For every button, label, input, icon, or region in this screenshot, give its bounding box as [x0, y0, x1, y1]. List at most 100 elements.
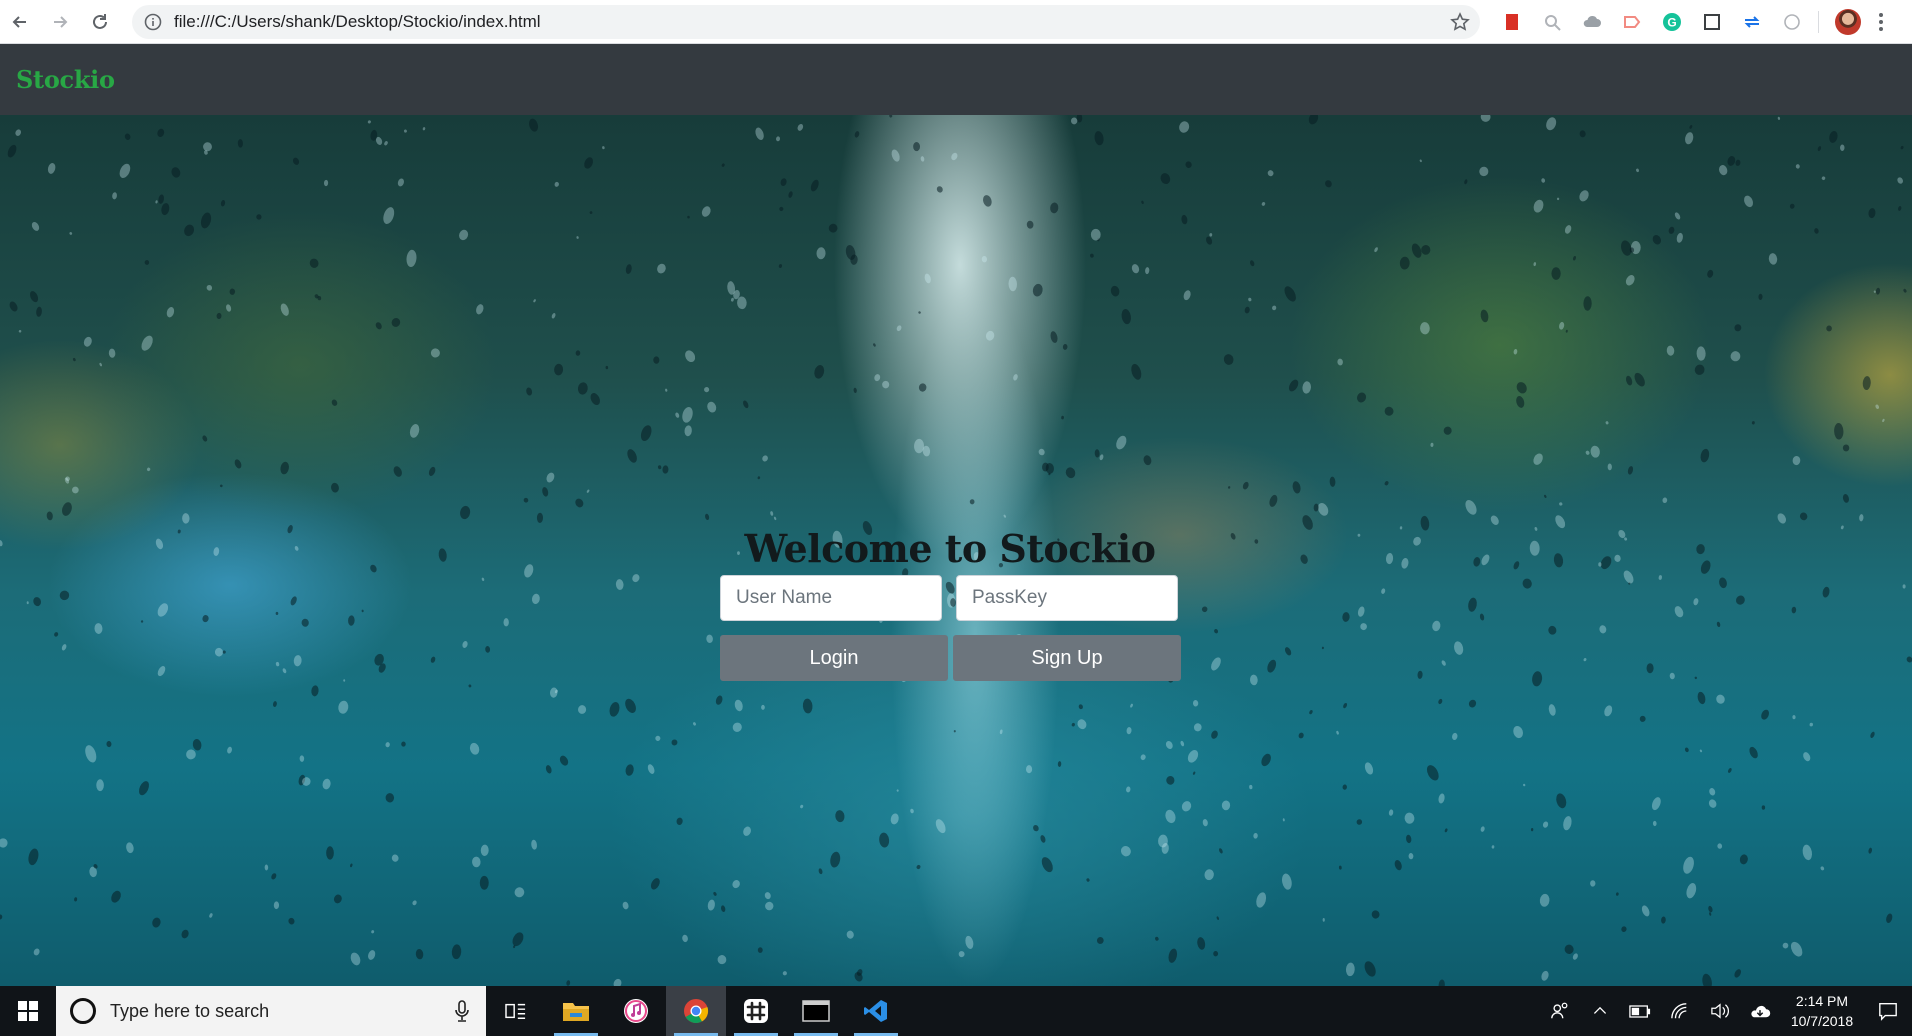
raindrop — [1868, 208, 1876, 219]
login-button[interactable]: Login — [720, 635, 948, 681]
raindrop — [1227, 486, 1231, 489]
forward-arrow-icon — [54, 15, 68, 28]
reload-button[interactable] — [80, 2, 120, 42]
raindrop — [1329, 476, 1336, 487]
menu-kebab-icon[interactable] — [1871, 6, 1891, 38]
raindrop — [1699, 749, 1703, 753]
extension-search-icon[interactable] — [1532, 6, 1572, 38]
raindrop — [85, 745, 97, 763]
url-text[interactable]: file:///C:/Users/shank/Desktop/Stockio/i… — [174, 12, 541, 32]
raindrop — [7, 144, 17, 158]
raindrop — [1308, 115, 1319, 125]
volume-icon[interactable] — [1700, 986, 1740, 1036]
raindrop — [890, 813, 899, 825]
chevron-up-icon[interactable] — [1580, 986, 1620, 1036]
signup-button[interactable]: Sign Up — [953, 635, 1181, 681]
start-button[interactable] — [0, 986, 56, 1036]
raindrop — [653, 356, 660, 364]
raindrop — [1168, 948, 1178, 963]
extension-arrows-icon[interactable] — [1732, 6, 1772, 38]
raindrop — [1131, 363, 1142, 380]
raindrop — [1070, 117, 1078, 125]
wifi-icon[interactable] — [1660, 986, 1700, 1036]
raindrop — [1261, 753, 1271, 767]
extension-cloud-icon[interactable] — [1572, 6, 1612, 38]
taskbar-clock[interactable]: 2:14 PM 10/7/2018 — [1780, 991, 1864, 1031]
raindrop — [1758, 293, 1763, 300]
raindrop — [706, 634, 713, 644]
battery-icon[interactable] — [1620, 986, 1660, 1036]
raindrop — [879, 832, 890, 848]
microphone-icon[interactable] — [454, 1000, 470, 1022]
raindrop — [1564, 225, 1572, 234]
raindrop — [326, 846, 334, 860]
raindrop — [1674, 606, 1684, 618]
raindrop — [1057, 761, 1062, 767]
forward-button[interactable] — [40, 2, 80, 42]
raindrop — [28, 848, 39, 866]
raindrop — [1473, 557, 1481, 567]
raindrop — [1491, 845, 1495, 849]
web-page: Stockio Welcome to Stockio Login Sign Up — [0, 44, 1912, 986]
raindrop — [111, 890, 121, 903]
profile-avatar[interactable] — [1835, 9, 1861, 35]
raindrop — [226, 304, 232, 312]
raindrop — [1253, 833, 1258, 839]
raindrop — [1817, 146, 1822, 152]
extension-cast-icon[interactable] — [1612, 6, 1652, 38]
back-button[interactable] — [0, 2, 40, 42]
raindrop — [1513, 349, 1518, 355]
raindrop — [61, 644, 67, 651]
extension-red-bookmark-icon[interactable] — [1492, 6, 1532, 38]
action-center-icon[interactable] — [1864, 986, 1912, 1036]
raindrop — [462, 641, 468, 648]
itunes-button[interactable] — [606, 986, 666, 1036]
raindrop — [1281, 873, 1292, 890]
raindrop — [271, 873, 277, 880]
raindrop — [734, 699, 743, 712]
onedrive-cloud-icon[interactable] — [1740, 986, 1780, 1036]
extension-screenshot-icon[interactable] — [1692, 6, 1732, 38]
raindrop — [479, 875, 489, 890]
raindrop — [1829, 131, 1838, 143]
raindrop — [1468, 597, 1477, 612]
people-icon[interactable] — [1540, 986, 1580, 1036]
chrome-button[interactable] — [666, 986, 726, 1036]
raindrop — [1120, 846, 1131, 857]
raindrop — [1533, 262, 1537, 267]
task-view-button[interactable] — [486, 986, 546, 1036]
raindrop — [676, 817, 683, 825]
raindrop — [1032, 283, 1043, 297]
raindrop — [323, 179, 329, 187]
extension-grammarly-icon[interactable]: G — [1652, 6, 1692, 38]
site-info-icon[interactable] — [144, 13, 162, 31]
raindrop — [415, 949, 424, 960]
raindrop — [1116, 435, 1127, 450]
raindrop — [157, 666, 166, 677]
slack-button[interactable] — [726, 986, 786, 1036]
raindrop — [1700, 448, 1710, 463]
raindrop — [1791, 606, 1797, 614]
raindrop — [935, 819, 946, 834]
taskbar-search[interactable]: Type here to search — [56, 986, 486, 1036]
raindrop — [655, 735, 661, 741]
navbar-brand[interactable]: Stockio — [16, 65, 115, 94]
address-bar[interactable]: file:///C:/Users/shank/Desktop/Stockio/i… — [132, 5, 1480, 39]
raindrop — [1777, 513, 1787, 524]
raindrop — [264, 864, 269, 871]
raindrop — [126, 842, 134, 854]
raindrop — [1730, 351, 1741, 362]
raindrop — [951, 152, 958, 161]
raindrop — [94, 623, 103, 634]
raindrop — [788, 191, 793, 198]
file-explorer-button[interactable] — [546, 986, 606, 1036]
raindrop — [1342, 784, 1347, 790]
extension-circle-icon[interactable] — [1772, 6, 1812, 38]
vscode-button[interactable] — [846, 986, 906, 1036]
username-input[interactable] — [720, 575, 942, 621]
raindrop — [368, 950, 376, 960]
bookmark-star-icon[interactable] — [1450, 12, 1470, 32]
raindrop — [936, 186, 943, 193]
terminal-button[interactable] — [786, 986, 846, 1036]
passkey-input[interactable] — [956, 575, 1178, 621]
